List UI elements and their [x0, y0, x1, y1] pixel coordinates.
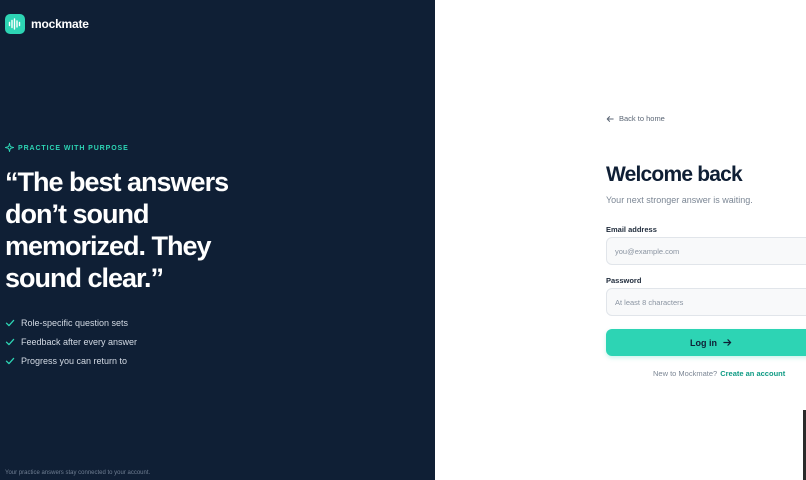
feature-label: Progress you can return to: [21, 355, 128, 366]
hero-quote: “The best answers don’t sound memorized.…: [5, 167, 229, 293]
brand-name: mockmate: [31, 17, 89, 31]
feature-item: Progress you can return to: [5, 351, 137, 370]
page-subtitle: Your next stronger answer is waiting.: [606, 195, 753, 205]
create-account-link[interactable]: Create an account: [720, 369, 785, 378]
waveform-icon: [5, 14, 25, 34]
password-label: Password: [606, 276, 642, 285]
feature-item: Role-specific question sets: [5, 313, 137, 332]
check-icon: [5, 319, 15, 326]
signup-prompt: New to Mockmate?: [653, 369, 718, 378]
email-label: Email address: [606, 225, 657, 234]
eyebrow: PRACTICE WITH PURPOSE: [3, 139, 129, 157]
login-button[interactable]: Log in: [606, 329, 806, 356]
feature-label: Role-specific question sets: [21, 317, 129, 328]
email-field[interactable]: [606, 237, 806, 265]
back-label: Back to home: [619, 114, 665, 123]
arrow-left-icon: [606, 115, 614, 122]
hero-panel: mockmate PRACTICE WITH PURPOSE “The best…: [0, 0, 435, 480]
back-to-home-link[interactable]: Back to home: [606, 114, 665, 123]
sparkle-icon: [3, 139, 16, 157]
check-icon: [5, 357, 15, 364]
feature-list: Role-specific question sets Feedback aft…: [5, 313, 137, 370]
feature-label: Feedback after every answer: [21, 336, 138, 347]
signup-row: New to Mockmate? Create an account: [653, 369, 785, 378]
login-panel: Back to home Welcome back Your next stro…: [435, 0, 806, 480]
feature-item: Feedback after every answer: [5, 332, 137, 351]
brand[interactable]: mockmate: [5, 14, 89, 34]
footer-note: Your practice answers stay connected to …: [5, 470, 151, 476]
eyebrow-text: PRACTICE WITH PURPOSE: [18, 144, 129, 152]
page-title: Welcome back: [606, 163, 743, 186]
password-field[interactable]: [606, 288, 806, 316]
arrow-right-icon: [723, 339, 732, 346]
check-icon: [5, 338, 15, 345]
login-button-label: Log in: [690, 337, 717, 348]
